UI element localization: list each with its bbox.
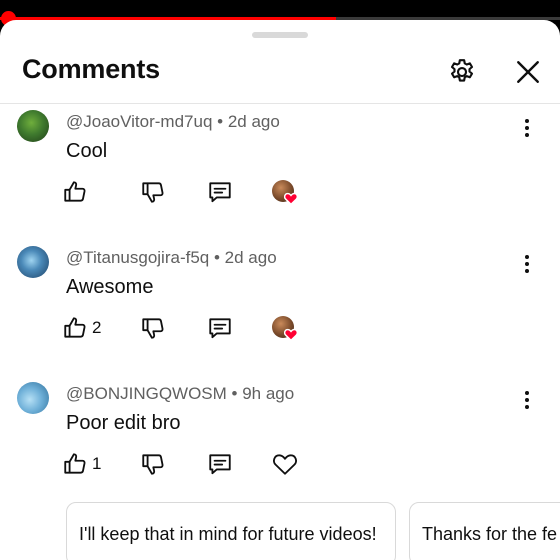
heart-outline-icon xyxy=(273,454,297,475)
dislike-button[interactable] xyxy=(140,446,166,482)
comment-age: 9h ago xyxy=(242,384,295,403)
panel-title: Comments xyxy=(22,54,160,84)
comments-header: Comments xyxy=(0,20,560,104)
like-button[interactable] xyxy=(62,174,92,210)
comment-actions: 1 xyxy=(0,446,560,482)
thumbs-down-icon xyxy=(142,182,164,203)
comment-age: 2d ago xyxy=(224,248,277,267)
reply-comment-icon xyxy=(209,182,231,203)
reply-comment-icon xyxy=(209,454,231,475)
more-vertical-icon xyxy=(525,119,529,137)
creator-avatar xyxy=(272,180,298,205)
gear-icon xyxy=(450,59,474,82)
like-count: 2 xyxy=(92,318,102,337)
avatar[interactable] xyxy=(17,382,49,414)
more-options-button[interactable] xyxy=(516,386,538,414)
comment-author[interactable]: @BONJINGQWOSM xyxy=(66,384,227,403)
comment-text: Cool xyxy=(66,140,108,162)
comment-author[interactable]: @JoaoVitor-md7uq xyxy=(66,112,212,131)
avatar[interactable] xyxy=(17,110,49,142)
heart-icon xyxy=(284,192,298,205)
dislike-button[interactable] xyxy=(140,310,166,346)
comment-meta: @BONJINGQWOSM • 9h ago xyxy=(66,384,295,403)
reply-button[interactable] xyxy=(207,446,233,482)
creator-heart-badge xyxy=(272,310,298,346)
more-options-button[interactable] xyxy=(516,114,538,142)
comment-item: @BONJINGQWOSM • 9h ago Poor edit bro 1 xyxy=(0,382,560,518)
reply-suggestion-chip[interactable]: Thanks for the fe xyxy=(409,502,560,560)
reply-button[interactable] xyxy=(207,174,233,210)
dislike-button[interactable] xyxy=(140,174,166,210)
creator-heart-badge xyxy=(272,174,298,210)
more-vertical-icon xyxy=(525,255,529,273)
comment-age: 2d ago xyxy=(227,112,280,131)
comment-text: Poor edit bro xyxy=(66,412,181,434)
close-icon xyxy=(517,61,539,83)
thumbs-down-icon xyxy=(142,454,164,475)
thumbs-up-icon xyxy=(64,181,86,202)
comment-actions: 2 xyxy=(0,310,560,346)
more-vertical-icon xyxy=(525,391,529,409)
like-count: 1 xyxy=(92,454,102,473)
comment-item: @JoaoVitor-md7uq • 2d ago Cool xyxy=(0,110,560,246)
settings-button[interactable] xyxy=(444,54,480,90)
reply-suggestion-chip[interactable]: I'll keep that in mind for future videos… xyxy=(66,502,396,560)
reply-button[interactable] xyxy=(207,310,233,346)
comment-item: @Titanusgojira-f5q • 2d ago Awesome 2 xyxy=(0,246,560,382)
heart-icon xyxy=(284,328,298,341)
comment-meta: @JoaoVitor-md7uq • 2d ago xyxy=(66,112,280,131)
thumbs-up-icon xyxy=(64,317,86,338)
more-options-button[interactable] xyxy=(516,250,538,278)
comment-actions xyxy=(0,174,560,210)
comment-text: Awesome xyxy=(66,276,154,298)
creator-avatar xyxy=(272,316,298,341)
comment-author[interactable]: @Titanusgojira-f5q xyxy=(66,248,209,267)
like-button[interactable]: 1 xyxy=(62,446,101,482)
close-button[interactable] xyxy=(510,54,546,90)
avatar[interactable] xyxy=(17,246,49,278)
reply-comment-icon xyxy=(209,318,231,339)
comments-panel: Comments @JoaoVitor-md7uq • 2d ago Cool xyxy=(0,20,560,560)
like-button[interactable]: 2 xyxy=(62,310,101,346)
heart-button[interactable] xyxy=(272,446,298,482)
comment-meta: @Titanusgojira-f5q • 2d ago xyxy=(66,248,277,267)
thumbs-down-icon xyxy=(142,318,164,339)
thumbs-up-icon xyxy=(64,453,86,474)
